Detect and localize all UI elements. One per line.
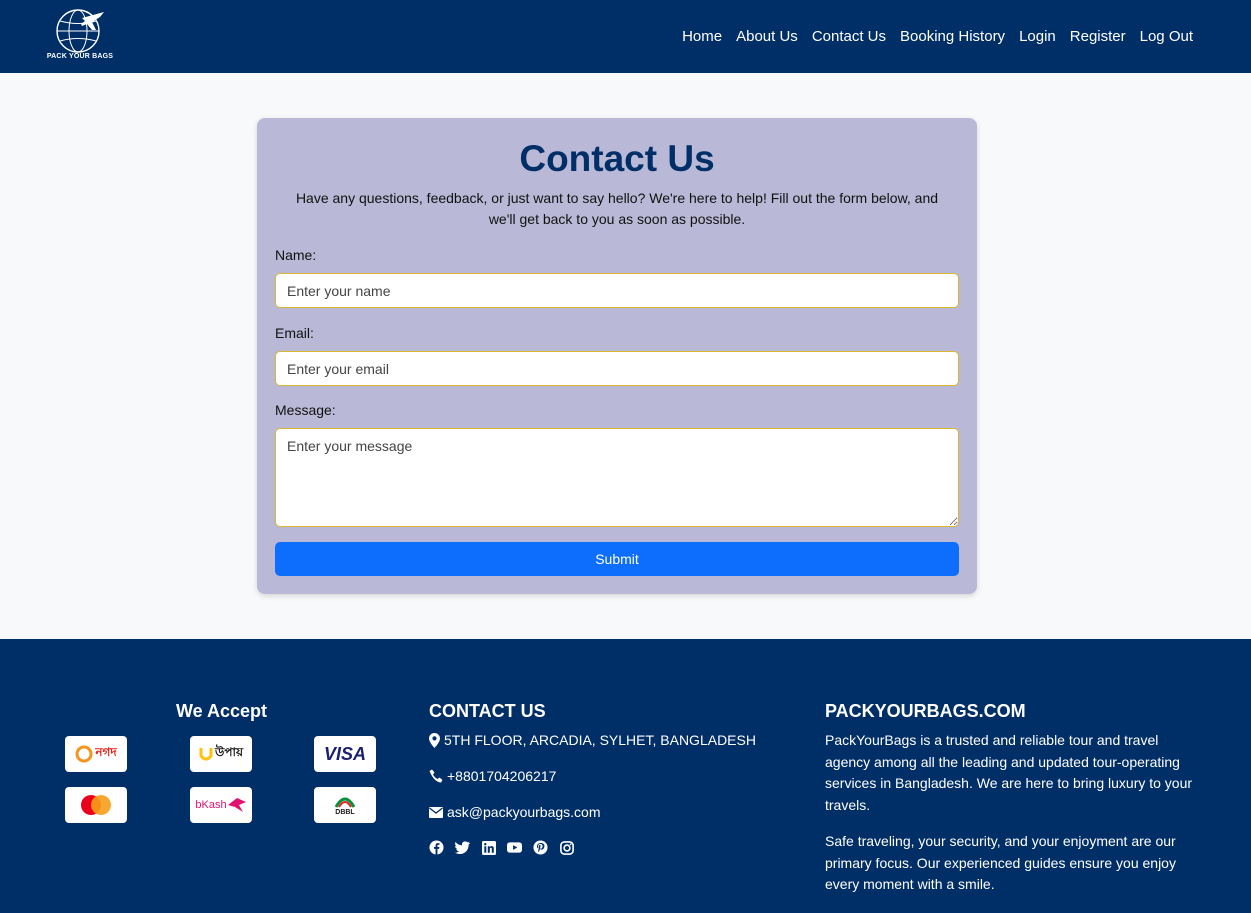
nav-contact-us[interactable]: Contact Us	[812, 28, 886, 45]
brand-title: PACKYOURBAGS.COM	[825, 701, 1026, 721]
pinterest-icon[interactable]	[533, 840, 548, 855]
linkedin-icon[interactable]	[481, 840, 496, 855]
page-title: Contact Us	[519, 138, 715, 179]
logo-text: PACK YOUR BAGS	[46, 53, 114, 60]
we-accept-title: We Accept	[176, 701, 268, 721]
mastercard-logo	[65, 787, 127, 823]
phone-text[interactable]: +8801704206217	[447, 768, 556, 784]
main-nav: Home About Us Contact Us Booking History…	[682, 0, 1193, 73]
message-textarea[interactable]	[275, 428, 959, 527]
envelope-icon	[429, 806, 443, 818]
nav-home[interactable]: Home	[682, 28, 722, 45]
dbbl-icon	[334, 797, 356, 808]
nav-booking-history[interactable]: Booking History	[900, 28, 1005, 45]
twitter-icon[interactable]	[455, 840, 470, 855]
dbbl-logo: DBBL	[314, 787, 376, 823]
address-row: 5TH FLOOR, ARCADIA, SYLHET, BANGLADESH	[429, 732, 756, 748]
bkash-bird-icon	[227, 798, 246, 812]
nagad-logo: নগদ	[65, 736, 127, 772]
visa-logo: VISA	[314, 736, 376, 772]
contact-card: Contact Us Have any questions, feedback,…	[257, 118, 977, 594]
bkash-logo: bKash	[190, 787, 252, 823]
social-links	[429, 840, 574, 855]
email-text[interactable]: ask@packyourbags.com	[447, 804, 601, 820]
email-input[interactable]	[275, 351, 959, 386]
brand-description: PackYourBags is a trusted and reliable t…	[825, 732, 1193, 813]
nagad-icon	[75, 745, 93, 763]
logo[interactable]: PACK YOUR BAGS	[44, 8, 116, 64]
message-label: Message:	[275, 402, 336, 418]
email-label: Email:	[275, 325, 314, 341]
nav-about-us[interactable]: About Us	[736, 28, 798, 45]
nav-log-out[interactable]: Log Out	[1140, 28, 1193, 45]
submit-button[interactable]: Submit	[275, 542, 959, 576]
nav-register[interactable]: Register	[1070, 28, 1126, 45]
instagram-icon[interactable]	[559, 840, 574, 855]
address-text: 5TH FLOOR, ARCADIA, SYLHET, BANGLADESH	[444, 732, 756, 748]
facebook-icon[interactable]	[429, 840, 444, 855]
footer: We Accept নগদ উপায় VISA bKash DBBL CONT…	[0, 639, 1251, 913]
name-label: Name:	[275, 247, 317, 263]
phone-icon	[429, 769, 443, 783]
globe-plane-icon	[56, 9, 104, 53]
intro-text: Have any questions, feedback, or just wa…	[295, 190, 939, 227]
email-row: ask@packyourbags.com	[429, 804, 601, 820]
phone-row: +8801704206217	[429, 768, 556, 784]
upay-icon	[199, 748, 213, 761]
brand-focus-text: Safe traveling, your security, and your …	[825, 833, 1176, 892]
location-pin-icon	[429, 732, 440, 748]
name-input[interactable]	[275, 273, 959, 308]
navbar: PACK YOUR BAGS Home About Us Contact Us …	[0, 0, 1251, 73]
mastercard-icon	[81, 795, 111, 815]
contact-us-title: CONTACT US	[429, 701, 546, 721]
upay-logo: উপায়	[190, 736, 252, 772]
nav-login[interactable]: Login	[1019, 28, 1056, 45]
youtube-icon[interactable]	[507, 840, 522, 855]
